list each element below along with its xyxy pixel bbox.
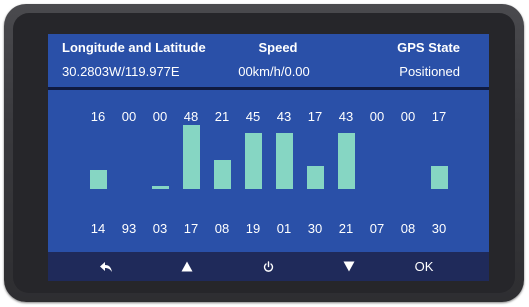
signal-value: 43 (338, 109, 354, 124)
position-value: 30.2803W/119.977E (62, 64, 180, 79)
speed-value: 00km/h/0.00 (238, 64, 310, 79)
power-button[interactable] (248, 252, 288, 281)
satellite-id: 01 (276, 221, 292, 236)
signal-bar (182, 125, 200, 189)
signal-value: 17 (431, 109, 447, 124)
signal-bar (151, 186, 169, 189)
signal-bar (306, 166, 324, 189)
satellite-id: 17 (183, 221, 199, 236)
signal-value: 45 (245, 109, 261, 124)
satellite-id: 30 (431, 221, 447, 236)
satellite-id-row: 14 93 03 17 08 19 01 30 21 07 08 30 (48, 221, 489, 237)
signal-value: 00 (400, 109, 416, 124)
satellite-id: 08 (214, 221, 230, 236)
position-label: Longitude and Latitude (62, 40, 206, 55)
satellite-id: 14 (90, 221, 106, 236)
gps-screen: Longitude and Latitude 30.2803W/119.977E… (48, 34, 489, 281)
button-bar: OK (48, 252, 489, 281)
satellite-signal-chart: 16 00 00 48 21 45 43 17 43 00 00 17 14 93 03 17 08 19 01 3… (48, 90, 489, 252)
gps-state-value: Positioned (399, 64, 460, 79)
signal-value: 00 (152, 109, 168, 124)
satellite-id: 21 (338, 221, 354, 236)
back-arrow-icon (100, 261, 112, 272)
up-button[interactable] (167, 252, 207, 281)
ok-label: OK (414, 259, 434, 274)
signal-value: 21 (214, 109, 230, 124)
triangle-down-icon (343, 261, 355, 272)
power-icon (263, 260, 273, 272)
signal-bar (244, 133, 262, 189)
satellite-id: 30 (307, 221, 323, 236)
signal-value: 00 (121, 109, 137, 124)
status-header: Longitude and Latitude 30.2803W/119.977E… (48, 34, 489, 87)
satellite-id: 19 (245, 221, 261, 236)
signal-value: 17 (307, 109, 323, 124)
signal-value: 43 (276, 109, 292, 124)
satellite-id: 93 (121, 221, 137, 236)
gps-state-label: GPS State (397, 40, 460, 55)
down-button[interactable] (329, 252, 369, 281)
signal-bar (213, 160, 231, 189)
speed-label: Speed (258, 40, 298, 55)
ok-button[interactable]: OK (404, 252, 444, 281)
signal-bar (337, 133, 355, 189)
triangle-up-icon (181, 261, 193, 272)
gps-state-column: GPS State Positioned (397, 40, 460, 80)
signal-strength-row: 16 00 00 48 21 45 43 17 43 00 00 17 (48, 109, 489, 125)
position-column: Longitude and Latitude 30.2803W/119.977E (62, 40, 206, 80)
signal-value: 16 (90, 109, 106, 124)
satellite-id: 03 (152, 221, 168, 236)
speed-column: Speed 00km/h/0.00 (238, 40, 318, 80)
signal-value: 48 (183, 109, 199, 124)
satellite-id: 07 (369, 221, 385, 236)
back-button[interactable] (86, 252, 126, 281)
signal-bar (89, 170, 107, 189)
signal-value: 00 (369, 109, 385, 124)
satellite-id: 08 (400, 221, 416, 236)
signal-bar (275, 133, 293, 189)
signal-bar (430, 166, 448, 189)
